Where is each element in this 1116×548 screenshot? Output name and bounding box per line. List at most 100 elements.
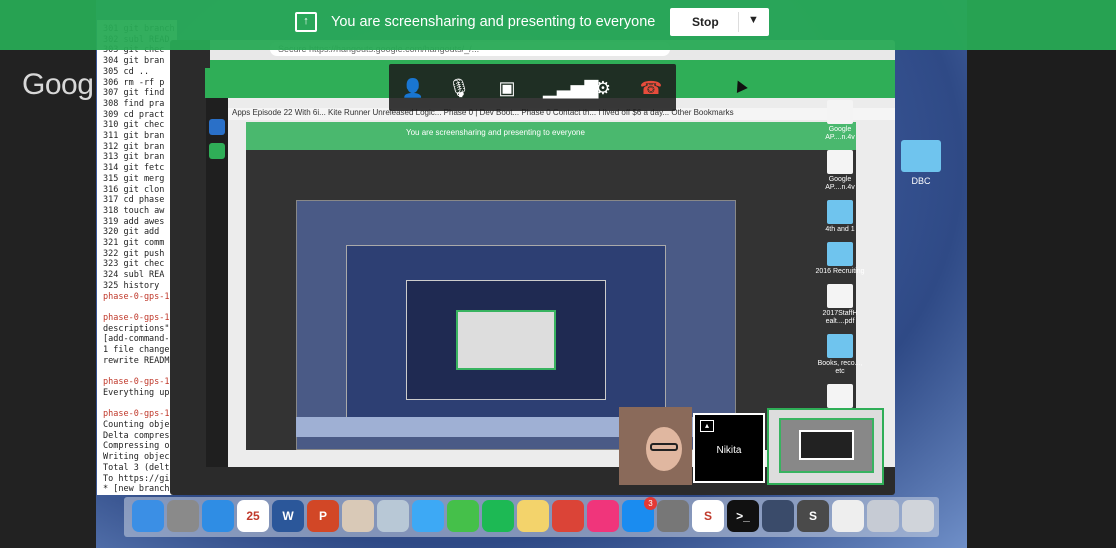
- chrome-icon[interactable]: [552, 500, 584, 532]
- mute-mic-icon[interactable]: 🎙: [447, 76, 471, 100]
- terminal-history-line: 324 subl REA: [103, 270, 165, 281]
- desktop-icon-label: Google AP....n.4v: [825, 126, 855, 141]
- terminal-history-line: 311 git bran: [103, 131, 165, 142]
- messages-icon[interactable]: [412, 500, 444, 532]
- self-video-thumbnail[interactable]: [619, 407, 692, 485]
- terminal-history-line: 315 git merg: [103, 173, 165, 184]
- dark-right-edge: [967, 0, 1116, 548]
- screen: Goog 301 git branch302 subl READ303 git …: [0, 0, 1116, 548]
- terminal-history-line: 318 touch aw: [103, 205, 165, 216]
- camera-off-icon[interactable]: ▣: [495, 76, 519, 100]
- desktop-icon[interactable]: Google AP....n.4v: [815, 150, 865, 192]
- participant-nikita-thumbnail[interactable]: ▴ Nikita: [693, 413, 765, 483]
- document-icon: [827, 100, 853, 124]
- desktop-folder-dbc[interactable]: DBC: [896, 140, 946, 186]
- terminal-history-line: 312 git bran: [103, 141, 165, 152]
- terminal-output-line: Total 3 (delta: [103, 462, 175, 473]
- xcode-icon[interactable]: [762, 500, 794, 532]
- terminal-output-line: [add-command-lo: [103, 334, 177, 345]
- presenting-icon: ▴: [700, 420, 714, 432]
- terminal-output-line: phase-0-gps-1 (: [103, 291, 177, 302]
- launchpad-icon[interactable]: [167, 500, 199, 532]
- document-icon: [827, 384, 853, 408]
- chevron-down-icon[interactable]: ▼: [748, 14, 759, 26]
- hangup-icon[interactable]: ☎: [639, 76, 663, 100]
- desktop-icon[interactable]: Books, reco..., etc: [815, 334, 865, 376]
- folder-icon: [827, 200, 853, 224]
- document-icon: [827, 150, 853, 174]
- desktop-icon[interactable]: 4th and 1: [815, 200, 865, 234]
- terminal-history-line: 321 git comm: [103, 238, 165, 249]
- terminal-history-line: 319 add awes: [103, 216, 165, 227]
- terminal-output-line: Counting object: [103, 420, 177, 431]
- settings-icon[interactable]: ⚙: [591, 76, 615, 100]
- safari-icon[interactable]: [202, 500, 234, 532]
- document-icon: [827, 284, 853, 308]
- signal-icon[interactable]: ▁▃▅▇: [543, 76, 598, 100]
- terminal-icon[interactable]: >_: [727, 500, 759, 532]
- terminal-output-line: phase-0-gps-1 (: [103, 312, 177, 323]
- add-person-icon[interactable]: 👤: [401, 76, 425, 100]
- textedit-icon[interactable]: [517, 500, 549, 532]
- nested-screen-4: [456, 310, 556, 370]
- nested-preview-inner: [799, 430, 854, 460]
- notification-badge: 3: [644, 497, 657, 510]
- documents-stack-icon[interactable]: [832, 500, 864, 532]
- desktop-icon-label: 2017StaffH ealt....pdf: [822, 310, 858, 325]
- preview-icon[interactable]: [377, 500, 409, 532]
- terminal-history-line: 323 git chec: [103, 259, 165, 270]
- appstore-icon[interactable]: 3: [622, 497, 657, 532]
- slack-icon[interactable]: S: [692, 500, 724, 532]
- terminal-history-line: 314 git fetc: [103, 163, 165, 174]
- hangouts-sidebar: [206, 95, 228, 467]
- word-icon[interactable]: W: [272, 500, 304, 532]
- facetime-icon[interactable]: [447, 500, 479, 532]
- terminal-history-line: 309 cd pract: [103, 109, 165, 120]
- desktop-icon[interactable]: Google AP....n.4v: [815, 100, 865, 142]
- desktop-icon-label: 4th and 1: [825, 226, 855, 233]
- powerpoint-icon[interactable]: P: [307, 500, 339, 532]
- desktop-icon[interactable]: 2016 Recruiting: [815, 242, 865, 276]
- terminal-output-line: Everything up-t: [103, 387, 177, 398]
- terminal-history-line: 320 git add: [103, 227, 160, 238]
- desktop-icon-label: Google AP....n.4v: [825, 176, 855, 191]
- terminal-history-line: 307 git find: [103, 88, 165, 99]
- stop-sharing-button[interactable]: Stop ▼: [670, 8, 769, 36]
- itunes-icon[interactable]: [587, 500, 619, 532]
- glasses: [650, 443, 678, 451]
- desktop-icon-label: Books, reco..., etc: [817, 360, 863, 375]
- terminal-output-line: rewrite README: [103, 355, 175, 366]
- terminal-window[interactable]: 301 git branch302 subl READ303 git chec3…: [97, 20, 177, 495]
- participant-name: Nikita: [716, 445, 742, 456]
- terminal-history-line: 308 find pra: [103, 98, 165, 109]
- downloads-stack-icon[interactable]: [867, 500, 899, 532]
- sublime-icon[interactable]: S: [797, 500, 829, 532]
- terminal-output-line: Delta compressi: [103, 430, 177, 441]
- present-screen-icon: ↑: [295, 12, 317, 32]
- banner-message: You are screensharing and presenting to …: [331, 14, 656, 30]
- divider: [738, 12, 739, 32]
- desktop-icon[interactable]: 2017StaffH ealt....pdf: [815, 284, 865, 326]
- photos-icon[interactable]: [342, 500, 374, 532]
- finder-icon[interactable]: [132, 500, 164, 532]
- terminal-history-line: 317 cd phase: [103, 195, 165, 206]
- share-icon[interactable]: [209, 143, 225, 159]
- terminal-output-line: phase-0-gps-1 (: [103, 377, 177, 388]
- chat-icon[interactable]: [209, 119, 225, 135]
- calendar-icon[interactable]: 25: [237, 500, 269, 532]
- terminal-output-line: * [new branch]: [103, 484, 175, 495]
- spotify-icon[interactable]: [482, 500, 514, 532]
- terminal-history-line: 310 git chec: [103, 120, 165, 131]
- dock: 25 W P 3 S >_ S: [124, 497, 939, 537]
- terminal-output-line: phase-0-gps-1 (: [103, 409, 177, 420]
- terminal-output-line: Writing objects: [103, 452, 177, 463]
- system-preferences-icon[interactable]: [657, 500, 689, 532]
- desktop-icon-label: 2016 Recruiting: [815, 268, 865, 275]
- screenshare-thumbnail[interactable]: [767, 408, 884, 485]
- call-controls-bar: 👤 🎙 ▣ ▁▃▅▇ ⚙ ☎: [389, 64, 676, 111]
- trash-icon[interactable]: [902, 500, 934, 532]
- terminal-history-line: 313 git bran: [103, 152, 165, 163]
- terminal-history-line: 325 history: [103, 280, 160, 291]
